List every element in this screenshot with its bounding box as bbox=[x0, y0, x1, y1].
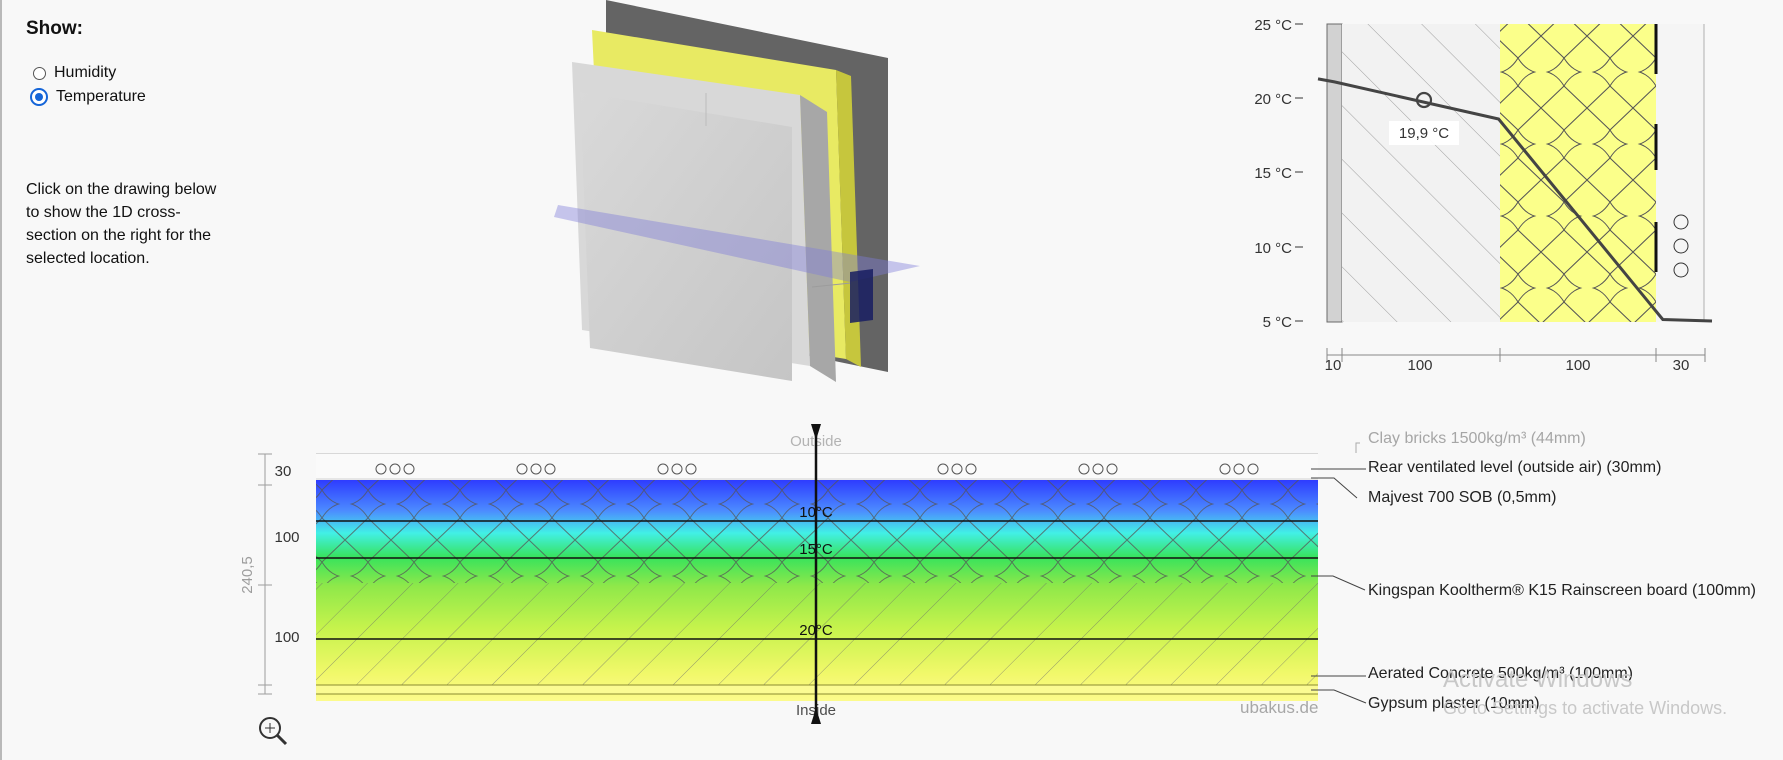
chart-y-label-15: 15 °C bbox=[1254, 165, 1292, 182]
chart-y-label-5: 5 °C bbox=[1263, 314, 1293, 331]
section-thickness-100-a: 100 bbox=[274, 529, 299, 546]
wall-3d-model[interactable] bbox=[554, 0, 920, 382]
chart-y-label-25: 25 °C bbox=[1254, 17, 1292, 34]
ubakus-brand: ubakus.de bbox=[1240, 698, 1319, 717]
chart-thickness-10: 10 bbox=[1325, 357, 1342, 374]
chart-thickness-100-b: 100 bbox=[1565, 357, 1590, 374]
chart-thickness-30: 30 bbox=[1673, 357, 1690, 374]
chart-y-label-10: 10 °C bbox=[1254, 240, 1292, 257]
layer-kingspan: Kingspan Kooltherm® K15 Rainscreen board… bbox=[1368, 582, 1756, 599]
chart-y-label-20: 20 °C bbox=[1254, 91, 1292, 108]
diagram-canvas[interactable]: 25 °C 20 °C 15 °C 10 °C 5 °C 19,9 °C 10 … bbox=[0, 0, 1783, 760]
section-thickness-30: 30 bbox=[275, 463, 292, 480]
windows-activation-title: Activate Windows bbox=[1443, 666, 1633, 693]
selected-temperature-value: 19,9 °C bbox=[1399, 125, 1449, 142]
section-thickness-100-b: 100 bbox=[274, 629, 299, 646]
section-total-thickness: 240,5 bbox=[239, 556, 256, 594]
layer-rear-ventilated: Rear ventilated level (outside air) (30m… bbox=[1368, 459, 1662, 476]
layer-majvest: Majvest 700 SOB (0,5mm) bbox=[1368, 489, 1557, 506]
chart-thickness-100-a: 100 bbox=[1407, 357, 1432, 374]
temperature-profile-chart[interactable]: 25 °C 20 °C 15 °C 10 °C 5 °C 19,9 °C 10 … bbox=[1254, 17, 1713, 374]
windows-activation-subtitle: Go to Settings to activate Windows. bbox=[1443, 698, 1728, 718]
layer-clay-bricks: Clay bricks 1500kg/m³ (44mm) bbox=[1368, 430, 1586, 447]
wall-section-drawing[interactable]: Outside Inside 10°C 15°C 20°C bbox=[239, 424, 1318, 746]
